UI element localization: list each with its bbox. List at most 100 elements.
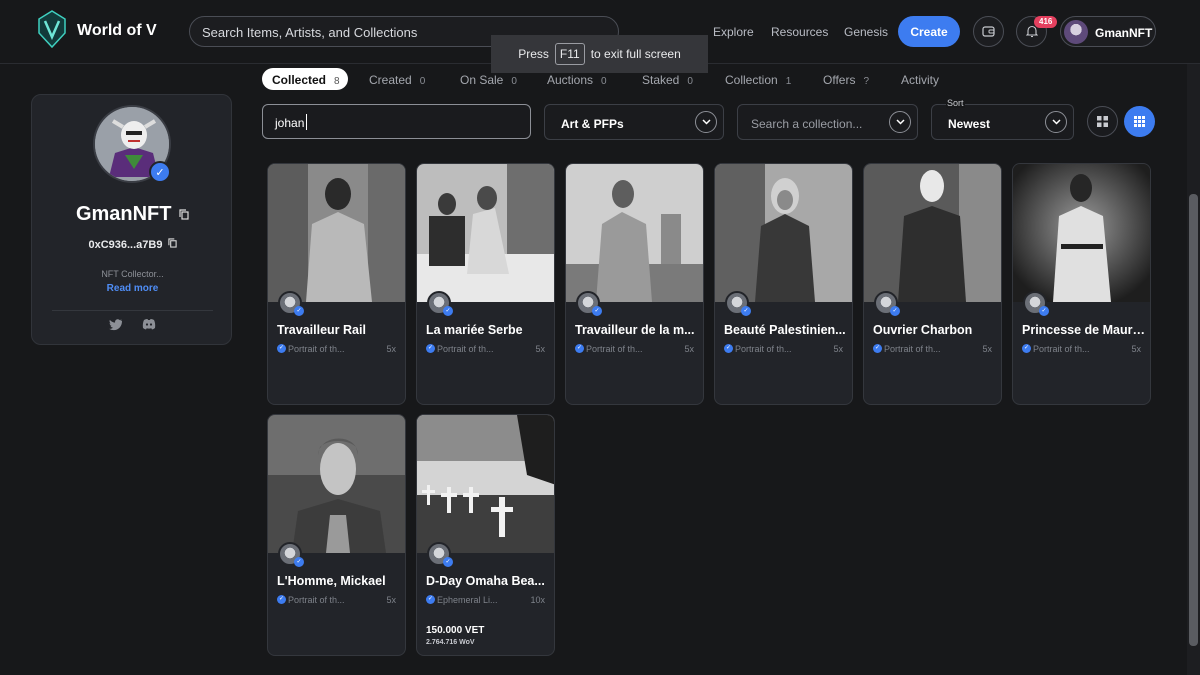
tab-staked[interactable]: Staked 0 [642,73,693,87]
tab-count: 1 [785,76,792,87]
profile-bio: NFT Collector... [101,269,164,279]
verified-icon: ✓ [294,557,304,567]
tab-count: 0 [601,76,607,87]
owned-nft-search-input[interactable]: johan [262,104,531,139]
profile-card: ✓ GmanNFT 0xC936...a7B9 NFT Collector...… [31,94,232,345]
brand-name[interactable]: World of V [77,22,157,40]
discord-icon[interactable] [142,317,156,331]
nft-card[interactable]: ✓ La mariée Serbe Portrait of th... 5x [416,163,555,405]
tab-auctions[interactable]: Auctions 0 [547,73,607,87]
tab-activity[interactable]: Activity [901,73,939,87]
read-more-link[interactable]: Read more [32,283,233,294]
nft-collection-name: Portrait of th... [575,344,665,354]
nft-quantity: 5x [386,595,396,605]
toast-text: to exit full screen [590,47,681,61]
category-select[interactable]: Art & PFPs [544,104,724,140]
nft-image [268,164,405,302]
copy-icon[interactable] [179,209,189,220]
nft-title: L'Homme, Mickael [277,574,386,588]
collection-avatar: ✓ [278,542,304,567]
nft-image [417,415,554,553]
nft-card[interactable]: ✓ L'Homme, Mickael Portrait of th... 5x [267,414,406,656]
nft-title: Travailleur Rail [277,323,366,337]
large-grid-view-button[interactable] [1087,106,1118,137]
page-scrollbar[interactable] [1187,64,1200,675]
search-placeholder: Search Items, Artists, and Collections [202,25,418,40]
nft-card[interactable]: ✓ D-Day Omaha Bea... Ephemeral Li... 10x… [416,414,555,656]
collection-search-placeholder: Search a collection... [751,117,863,131]
nft-collection-name: Portrait of th... [873,344,963,354]
nft-collection-name: Ephemeral Li... [426,595,516,605]
user-menu-button[interactable]: GmanNFT [1060,16,1156,47]
nft-price: 150.000 VET [426,625,485,636]
collection-avatar: ✓ [874,291,900,316]
tab-label: Offers [823,73,856,87]
sort-select[interactable]: Newest [931,104,1074,140]
copy-address-icon[interactable] [167,238,177,248]
nft-quantity: 5x [982,344,992,354]
collection-avatar: ✓ [576,291,602,316]
divider [52,310,213,311]
nft-quantity: 5x [684,344,694,354]
collection-search-select[interactable]: Search a collection... [737,104,918,140]
nft-title: Travailleur de la m... [575,323,695,337]
tab-label: Collected [272,73,327,87]
nft-title: Beauté Palestinien... [724,323,846,337]
nft-title: Ouvrier Charbon [873,323,973,337]
nft-card[interactable]: ✓ Beauté Palestinien... Portrait of th..… [714,163,853,405]
tab-count: ? [863,76,870,87]
nft-quantity: 5x [386,344,396,354]
tab-label: On Sale [460,73,504,87]
nav-explore[interactable]: Explore [713,25,754,39]
nft-price-wov: 2.764.716 WoV [426,639,475,646]
collection-avatar: ✓ [427,291,453,316]
tab-offers[interactable]: Offers? [823,73,869,87]
nft-image [1013,164,1150,302]
tab-label: Created [369,73,412,87]
nft-quantity: 5x [833,344,843,354]
nav-genesis[interactable]: Genesis [844,25,888,39]
chevron-down-icon [695,111,717,133]
tab-count: 8 [334,76,340,87]
user-avatar [1064,20,1088,44]
tab-label: Staked [642,73,680,87]
toast-key: F11 [554,43,585,65]
notification-count-badge: 416 [1034,16,1058,28]
scrollbar-thumb[interactable] [1189,194,1198,646]
tab-created[interactable]: Created 0 [369,73,425,87]
collection-avatar: ✓ [725,291,751,316]
wallet-address: 0xC936...a7B9 [32,238,233,251]
twitter-icon[interactable] [109,317,123,331]
wallet-address-text: 0xC936...a7B9 [88,239,163,251]
grid-large-icon [1097,116,1108,127]
tab-count: 0 [687,76,693,87]
verified-icon: ✓ [890,306,900,316]
nft-collection-name: Portrait of th... [277,344,367,354]
tab-on-sale[interactable]: On Sale 0 [460,73,517,87]
text-caret [306,114,307,130]
create-button[interactable]: Create [898,16,960,47]
nft-collection-name: Portrait of th... [1022,344,1112,354]
tab-collected[interactable]: Collected 8 [262,68,348,90]
nft-card[interactable]: ✓ Travailleur Rail Portrait of th... 5x [267,163,406,405]
nft-quantity: 5x [1131,344,1141,354]
collection-avatar: ✓ [278,291,304,316]
nft-card[interactable]: ✓ Travailleur de la m... Portrait of th.… [565,163,704,405]
tab-label: Collection [725,73,778,87]
tab-label: Activity [901,73,940,87]
tab-collection[interactable]: Collection 1 [725,73,791,87]
category-select-value: Art & PFPs [561,117,624,131]
nft-title: D-Day Omaha Bea... [426,574,545,588]
nft-title: Princesse de Mauri... [1022,323,1146,337]
profile-name-text: GmanNFT [75,203,172,225]
verified-icon: ✓ [741,306,751,316]
user-menu-name: GmanNFT [1095,26,1153,40]
wallet-button[interactable] [973,16,1004,47]
nft-collection-name: Portrait of th... [426,344,516,354]
nft-card[interactable]: ✓ Ouvrier Charbon Portrait of th... 5x [863,163,1002,405]
nft-card[interactable]: ✓ Princesse de Mauri... Portrait of th..… [1012,163,1151,405]
world-of-v-logo-icon[interactable] [36,9,68,49]
nft-quantity: 5x [535,344,545,354]
nav-resources[interactable]: Resources [771,25,828,39]
small-grid-view-button[interactable] [1124,106,1155,137]
